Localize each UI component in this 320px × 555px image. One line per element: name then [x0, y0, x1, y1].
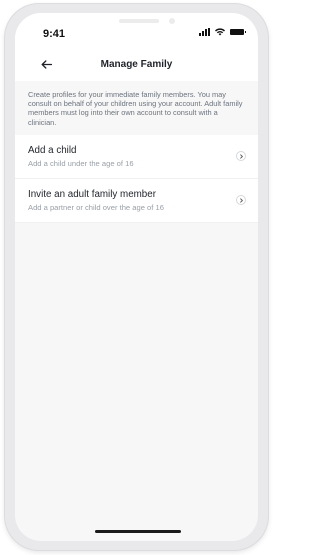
signal-icon	[199, 28, 210, 36]
navigation-bar: Manage Family	[15, 51, 258, 81]
invite-adult-option[interactable]: Invite an adult family member Add a part…	[15, 178, 258, 223]
front-camera	[169, 18, 175, 24]
status-time: 9:41	[43, 28, 66, 40]
option-subtitle: Add a child under the age of 16	[28, 158, 134, 168]
page-title: Manage Family	[100, 59, 173, 70]
option-subtitle: Add a partner or child over the age of 1…	[28, 202, 164, 212]
home-indicator[interactable]	[95, 530, 181, 533]
status-icons	[199, 28, 246, 36]
battery-icon	[230, 29, 246, 35]
speaker-grille	[119, 19, 159, 23]
option-title: Invite an adult family member	[28, 188, 156, 200]
phone-frame: 9:41 Manage Family Create profiles for y…	[5, 4, 268, 550]
wifi-icon	[215, 28, 225, 36]
status-bar: 9:41	[15, 13, 258, 51]
intro-text: Create profiles for your immediate famil…	[15, 81, 258, 135]
screen: 9:41 Manage Family Create profiles for y…	[15, 13, 258, 541]
option-title: Add a child	[28, 144, 77, 156]
add-child-option[interactable]: Add a child Add a child under the age of…	[15, 134, 258, 179]
